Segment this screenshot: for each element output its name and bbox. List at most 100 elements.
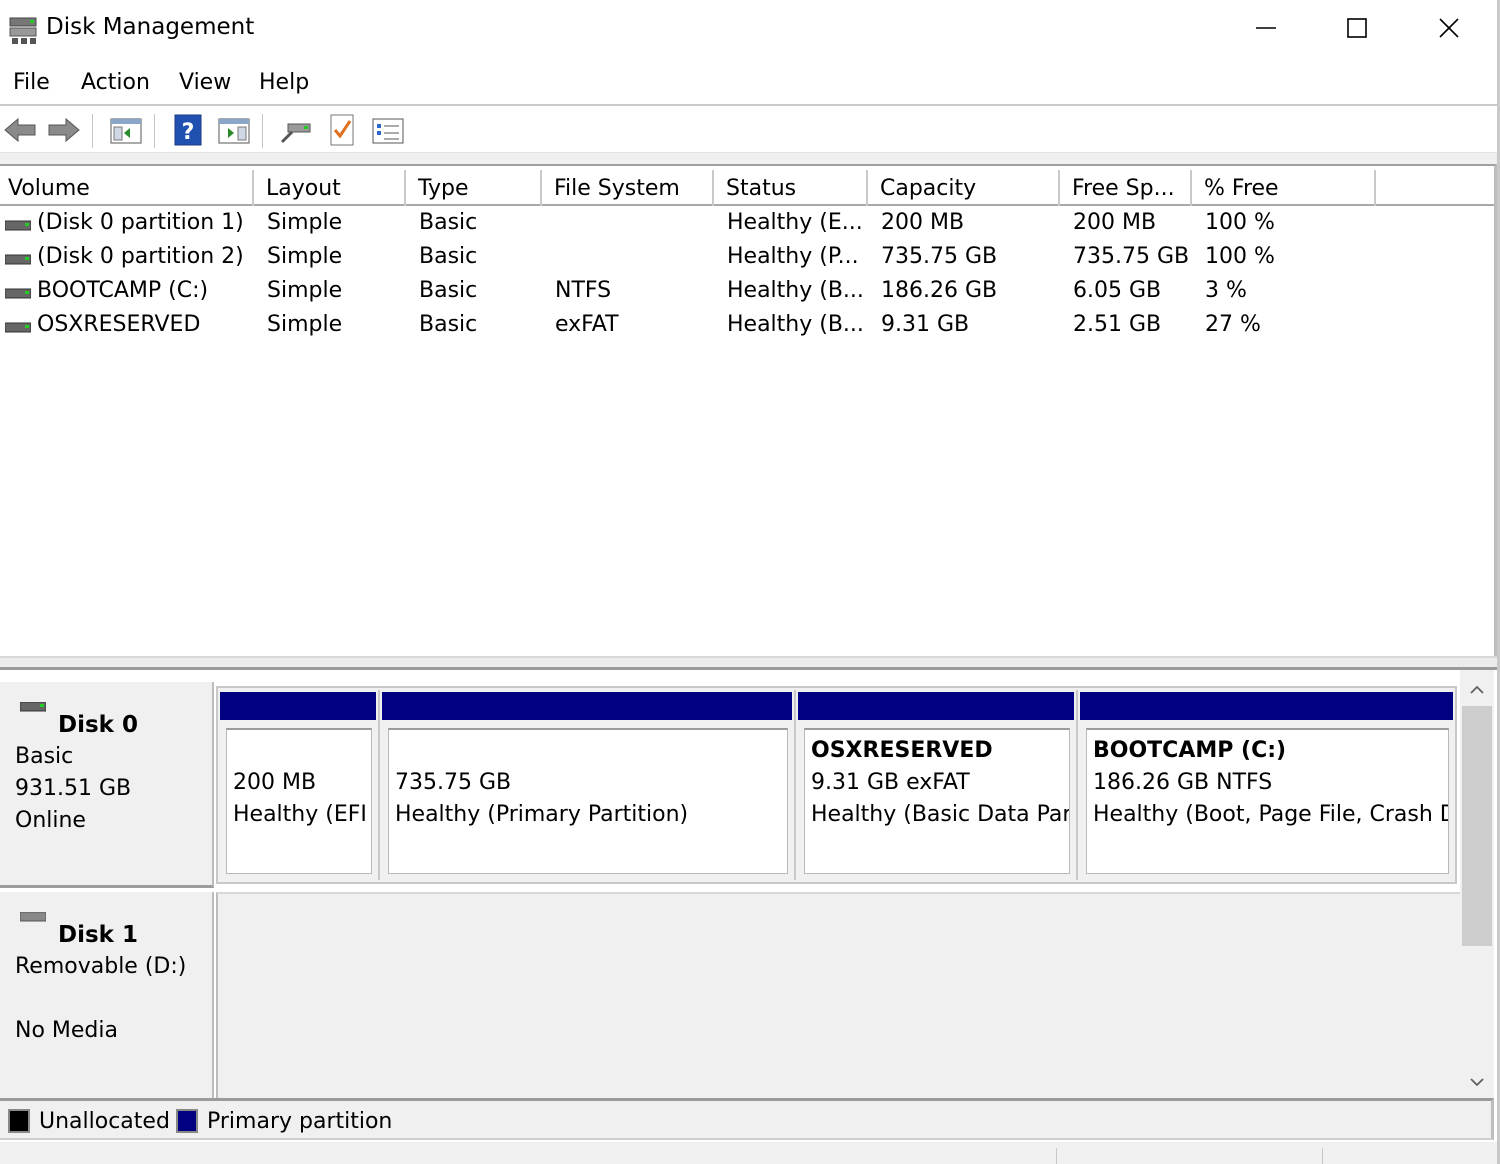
partition-title: OSXRESERVED [811, 738, 993, 763]
volume-type: Basic [419, 312, 478, 337]
volume-layout: Simple [267, 278, 343, 303]
disk1-name: Disk 1 [58, 922, 138, 948]
forward-arrow-icon[interactable] [46, 112, 82, 148]
disk0-size: 931.51 GB [15, 776, 132, 801]
column-type[interactable]: Type [410, 170, 542, 206]
status-separator [1056, 1148, 1057, 1164]
volume-pct-free: 27 % [1205, 312, 1261, 337]
volume-list: Volume Layout Type File System Status Ca… [0, 164, 1497, 658]
minimize-button[interactable] [1220, 0, 1312, 56]
partition-size: 186.26 GB NTFS [1093, 770, 1273, 795]
volume-type: Basic [419, 244, 478, 269]
volume-capacity: 735.75 GB [881, 244, 998, 269]
column-layout[interactable]: Layout [258, 170, 406, 206]
volume-free: 6.05 GB [1073, 278, 1162, 303]
back-arrow-icon[interactable] [2, 112, 38, 148]
svg-text:?: ? [182, 120, 195, 145]
column-file-system[interactable]: File System [546, 170, 714, 206]
column-volume[interactable]: Volume [0, 170, 254, 206]
volume-row[interactable]: (Disk 0 partition 1) Simple Basic Health… [0, 210, 1494, 244]
disk-volume-icon [5, 254, 31, 265]
volume-capacity: 186.26 GB [881, 278, 998, 303]
disk-graphical-view: Disk 0 Basic 931.51 GB Online 200 MB Hea… [0, 670, 1460, 1098]
partition-status: Healthy (Boot, Page File, Crash D [1093, 802, 1449, 827]
partition-status: Healthy (EFI [233, 802, 367, 827]
partition-body: 200 MB Healthy (EFI [226, 728, 372, 874]
volume-row[interactable]: (Disk 0 partition 2) Simple Basic Health… [0, 244, 1494, 278]
maximize-button[interactable] [1311, 0, 1403, 56]
vertical-scrollbar[interactable] [1460, 670, 1494, 1098]
partition-size: 200 MB [233, 770, 317, 795]
help-icon[interactable]: ? [170, 112, 206, 148]
primary-partition-bar [220, 692, 376, 720]
disk-volume-icon [5, 322, 31, 333]
column-free-space[interactable]: Free Sp... [1064, 170, 1192, 206]
disk-volume-icon [5, 288, 31, 299]
volume-capacity: 200 MB [881, 210, 965, 235]
disk1-label[interactable]: Disk 1 Removable (D:) No Media [0, 892, 214, 1098]
disk1-media: No Media [15, 1018, 118, 1043]
partition-size: 735.75 GB [395, 770, 512, 795]
partition-primary[interactable]: 735.75 GB Healthy (Primary Partition) [380, 690, 796, 880]
check-icon[interactable] [324, 112, 360, 148]
partition-body: 735.75 GB Healthy (Primary Partition) [388, 728, 788, 874]
toolbar: ? [0, 106, 1500, 154]
volume-name: (Disk 0 partition 2) [37, 244, 244, 269]
scroll-thumb[interactable] [1462, 706, 1492, 946]
properties-pane-icon[interactable] [216, 112, 252, 148]
partition-efi[interactable]: 200 MB Healthy (EFI [218, 690, 380, 880]
menu-help[interactable]: Help [259, 70, 309, 95]
volume-free: 735.75 GB [1073, 244, 1190, 269]
volume-pct-free: 100 % [1205, 244, 1275, 269]
primary-partition-bar [798, 692, 1074, 720]
volume-status: Healthy (P... [727, 244, 859, 269]
disk0-name: Disk 0 [58, 712, 138, 738]
title-bar: Disk Management [0, 0, 1500, 62]
volume-fs: exFAT [555, 312, 619, 337]
menu-action[interactable]: Action [81, 70, 150, 95]
disk0-label[interactable]: Disk 0 Basic 931.51 GB Online [0, 682, 214, 888]
disk0-type: Basic [15, 744, 74, 769]
disk-icon [20, 912, 46, 922]
volume-status: Healthy (B... [727, 312, 864, 337]
volume-layout: Simple [267, 312, 343, 337]
menu-view[interactable]: View [179, 70, 231, 95]
show-hide-console-tree-icon[interactable] [108, 112, 144, 148]
partition-body: OSXRESERVED 9.31 GB exFAT Healthy (Basic… [804, 728, 1070, 874]
chevron-down-icon [1470, 1078, 1484, 1087]
toolbar-separator [154, 114, 155, 148]
primary-partition-bar [382, 692, 792, 720]
scroll-down-button[interactable] [1460, 1070, 1494, 1094]
partition-bootcamp[interactable]: BOOTCAMP (C:) 186.26 GB NTFS Healthy (Bo… [1078, 690, 1455, 880]
disk-management-icon [8, 16, 40, 46]
menu-bar: File Action View Help [0, 62, 1500, 104]
disk0-partition-map: 200 MB Healthy (EFI 735.75 GB Healthy (P… [216, 686, 1457, 884]
toolbar-separator [92, 114, 93, 148]
volume-name: (Disk 0 partition 1) [37, 210, 244, 235]
volume-row[interactable]: BOOTCAMP (C:) Simple Basic NTFS Healthy … [0, 278, 1494, 312]
status-bar [0, 1142, 1500, 1164]
column-status[interactable]: Status [718, 170, 868, 206]
pane-splitter[interactable] [0, 656, 1497, 670]
legend: Unallocated Primary partition [0, 1098, 1494, 1140]
volume-list-header: Volume Layout Type File System Status Ca… [0, 170, 1494, 206]
maximize-icon [1347, 18, 1367, 38]
scroll-up-button[interactable] [1460, 678, 1494, 702]
legend-primary-swatch [176, 1109, 198, 1133]
disk-volume-icon [5, 220, 31, 231]
volume-capacity: 9.31 GB [881, 312, 970, 337]
volume-type: Basic [419, 278, 478, 303]
settings-list-icon[interactable] [370, 112, 406, 148]
volume-pct-free: 100 % [1205, 210, 1275, 235]
column-percent-free[interactable]: % Free [1196, 170, 1376, 206]
partition-title: BOOTCAMP (C:) [1093, 738, 1287, 763]
menu-file[interactable]: File [13, 70, 50, 95]
column-capacity[interactable]: Capacity [872, 170, 1060, 206]
volume-row[interactable]: OSXRESERVED Simple Basic exFAT Healthy (… [0, 312, 1494, 346]
volume-layout: Simple [267, 244, 343, 269]
close-button[interactable] [1403, 0, 1495, 56]
connect-disk-icon[interactable] [278, 112, 314, 148]
toolbar-bottom-strip [0, 152, 1500, 164]
volume-pct-free: 3 % [1205, 278, 1247, 303]
partition-osxreserved[interactable]: OSXRESERVED 9.31 GB exFAT Healthy (Basic… [796, 690, 1078, 880]
